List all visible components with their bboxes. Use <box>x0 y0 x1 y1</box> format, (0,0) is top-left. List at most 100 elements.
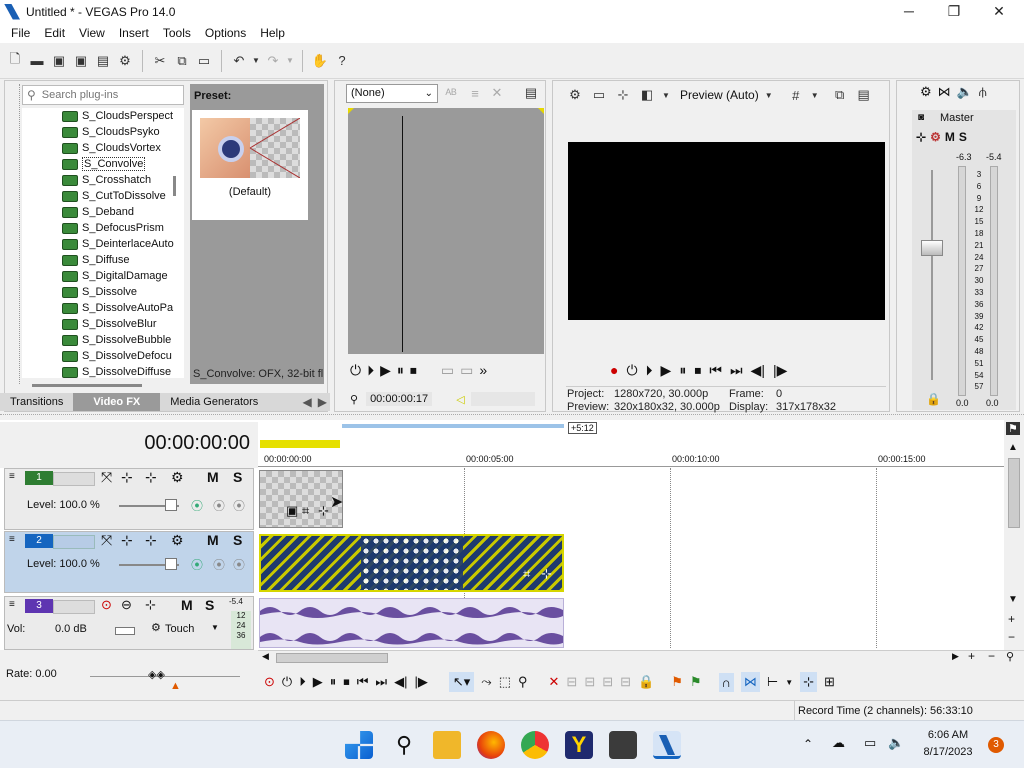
clip-crop-icon[interactable]: ⌗ <box>523 566 530 582</box>
zoom-tool-icon[interactable]: ⚲ <box>1006 650 1014 663</box>
external-monitor-icon[interactable]: ▭ <box>590 86 608 104</box>
vscroll-thumb[interactable] <box>1008 458 1020 528</box>
tab-transitions[interactable]: Transitions <box>0 396 73 408</box>
trimmer-length-field[interactable] <box>470 392 535 406</box>
menu-tools[interactable]: Tools <box>156 26 198 40</box>
plugin-tree-item[interactable]: S_Diffuse <box>22 252 184 268</box>
plugin-tree-item[interactable]: S_DeinterlaceAuto <box>22 236 184 252</box>
add-to-timeline-icon[interactable]: ▭ <box>441 362 454 379</box>
track-fx-gear-icon[interactable]: ⚙ <box>171 469 184 486</box>
delete-icon[interactable]: ✕ <box>549 674 560 690</box>
automation-dropdown-icon[interactable]: ▼ <box>211 623 219 632</box>
master-mute-button[interactable]: M <box>945 130 955 144</box>
scroll-left-icon[interactable]: ◀ <box>262 651 269 662</box>
plugin-tree-item[interactable]: S_DefocusPrism <box>22 220 184 236</box>
save-as-icon[interactable]: ▣ <box>72 52 90 70</box>
menu-help[interactable]: Help <box>253 26 292 40</box>
ripple-edit-icon[interactable]: ⊢ <box>767 674 778 690</box>
mute-button-1[interactable]: M <box>207 469 219 485</box>
arm-record-icon[interactable]: ⊙ <box>101 597 112 613</box>
plugin-tree-item[interactable]: S_DissolveDefocu <box>22 348 184 364</box>
stop-icon[interactable]: ⏹ <box>343 674 350 690</box>
clip-fx-icon[interactable]: ▣ <box>286 503 298 519</box>
plugin-tree[interactable]: S_CloudsPerspect S_CloudsPsyko S_CloudsVor… <box>22 108 184 378</box>
plugin-tree-item[interactable]: S_Crosshatch <box>22 172 184 188</box>
redo-dropdown-icon[interactable]: ▼ <box>286 52 294 70</box>
menu-view[interactable]: View <box>72 26 112 40</box>
previous-frame-icon[interactable]: ◀| <box>751 362 765 379</box>
track-fx-icon[interactable]: ⊹ <box>145 469 157 486</box>
parent-icon[interactable]: ⦿ <box>213 497 225 514</box>
vegas-film-icon[interactable] <box>609 731 637 759</box>
track-motion-icon[interactable]: ⊹ <box>121 532 133 549</box>
paste-icon[interactable]: ▭ <box>195 52 213 70</box>
hscroll-thumb[interactable] <box>276 653 388 663</box>
rate-slider[interactable] <box>90 676 240 677</box>
master-solo-button[interactable]: S <box>959 130 967 144</box>
copy-snapshot-icon[interactable]: ⧉ <box>831 86 849 104</box>
solo-button-3[interactable]: S <box>205 597 214 613</box>
split-screen-icon[interactable]: ⊹ <box>614 86 632 104</box>
loop-icon[interactable]: ⏻ <box>282 674 292 690</box>
downmix-icon[interactable]: ⋈ <box>938 84 951 100</box>
automation-gear-icon[interactable]: ⚙ <box>151 621 161 634</box>
child-icon[interactable]: ⦿ <box>233 497 245 514</box>
menu-edit[interactable]: Edit <box>37 26 72 40</box>
mixer-icon[interactable]: ⫛ <box>979 84 987 100</box>
track-fx-icon[interactable]: ⊹ <box>145 532 157 549</box>
auto-crossfade-icon[interactable]: ⋈ <box>740 672 760 692</box>
go-to-end-icon[interactable]: ⏭ <box>375 674 387 690</box>
overlay-dropdown-icon[interactable]: ▼ <box>662 86 670 104</box>
timeline-hscrollbar[interactable]: ◀ ▶ + − ⚲ <box>258 649 1024 664</box>
redo-icon[interactable]: ↷ <box>264 52 282 70</box>
loop-region[interactable] <box>260 440 340 448</box>
insert-marker-icon[interactable]: ⚑ <box>671 674 683 690</box>
scroll-down-icon[interactable]: ▼ <box>1008 594 1018 605</box>
play-from-start-icon[interactable]: ⏵ <box>299 674 306 690</box>
mute-button-2[interactable]: M <box>207 532 219 548</box>
undo-dropdown-icon[interactable]: ▼ <box>252 52 260 70</box>
go-to-start-icon[interactable]: ⏮ <box>357 674 369 690</box>
tab-scroll-left-icon[interactable]: ◀ <box>300 395 315 409</box>
grid-icon[interactable]: # <box>787 86 805 104</box>
pin-icon[interactable]: ⚲ <box>350 393 358 406</box>
vol-slider-handle[interactable] <box>115 627 135 635</box>
collapse-icon[interactable]: ≡ <box>9 599 15 610</box>
cut-icon[interactable]: ✂ <box>151 52 169 70</box>
chevron-up-icon[interactable]: ⌃ <box>803 737 813 751</box>
plugin-tree-item[interactable]: S_DissolveBubble <box>22 332 184 348</box>
preview-quality[interactable]: Preview (Auto) <box>680 88 759 102</box>
play-from-start-icon[interactable]: ⏵ <box>646 362 653 379</box>
video-clip-2[interactable]: ⌗ ⊹ <box>259 534 564 592</box>
speaker-icon[interactable]: 🔈 <box>957 84 973 100</box>
collapse-icon[interactable]: ≡ <box>9 471 15 482</box>
child-icon[interactable]: ⦿ <box>233 556 245 573</box>
track-fx-gear-icon[interactable]: ⚙ <box>171 532 184 549</box>
previous-frame-icon[interactable]: ◀| <box>394 674 407 690</box>
mute-button-3[interactable]: M <box>181 597 193 613</box>
vegas-app-icon[interactable]: Y <box>565 731 593 759</box>
plugin-tree-item[interactable]: S_CloudsPsyko <box>22 124 184 140</box>
play-icon[interactable]: ▶ <box>661 362 672 379</box>
split-icon[interactable]: ⊟ <box>620 674 631 690</box>
overlay-icon[interactable]: ◧ <box>638 86 656 104</box>
list-icon[interactable]: ≡ <box>466 84 484 102</box>
master-fader-handle[interactable] <box>921 240 943 256</box>
stop-icon[interactable]: ⏹ <box>694 362 701 379</box>
plugin-tree-item[interactable]: S_DissolveAutoPa <box>22 300 184 316</box>
invert-phase-icon[interactable]: ⊖ <box>121 597 132 613</box>
tree-scrollbar-thumb[interactable] <box>173 176 176 196</box>
open-folder-icon[interactable]: ▬ <box>28 52 46 70</box>
tab-media-generators[interactable]: Media Generators <box>160 396 268 408</box>
vegas-pro-taskbar-icon[interactable] <box>653 731 681 759</box>
track-motion-icon[interactable]: ⊹ <box>121 469 133 486</box>
menu-insert[interactable]: Insert <box>112 26 156 40</box>
copy-icon[interactable]: ⧉ <box>173 52 191 70</box>
delete-icon[interactable]: ✕ <box>488 84 506 102</box>
automation-mode[interactable]: Touch <box>165 623 194 635</box>
stop-icon[interactable]: ⏹ <box>410 362 417 379</box>
normal-edit-tool-icon[interactable]: ↖▾ <box>448 672 475 692</box>
zoom-out-icon[interactable]: − <box>988 649 995 663</box>
pause-icon[interactable]: ⏸ <box>330 674 337 690</box>
plugin-tree-item[interactable]: S_CutToDissolve <box>22 188 184 204</box>
